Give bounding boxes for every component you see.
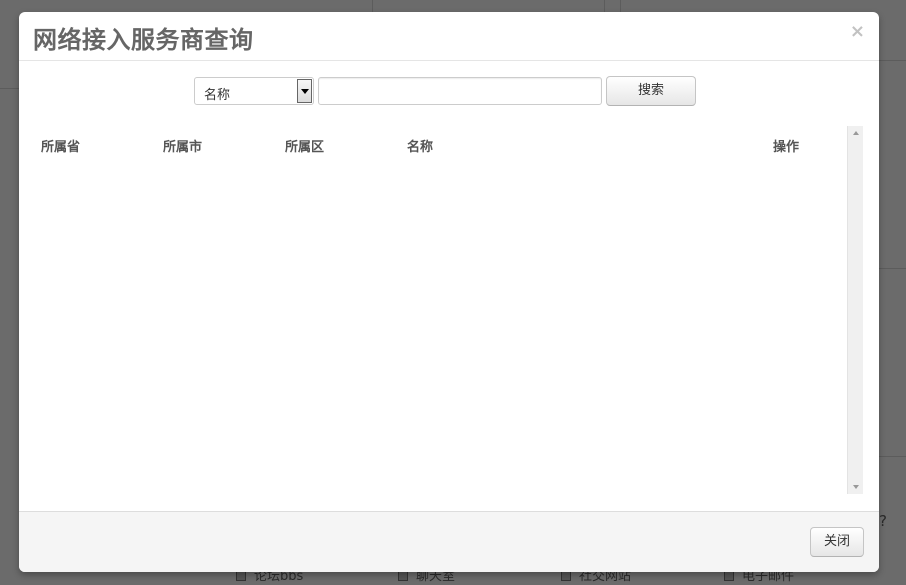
table-header: 所属省 所属市 所属区 名称 操作 [33, 126, 843, 162]
checkbox-icon [561, 572, 571, 581]
scroll-up-arrow-icon[interactable] [848, 126, 864, 140]
close-icon[interactable]: × [850, 22, 865, 42]
background-divider [372, 0, 373, 12]
column-header-city[interactable]: 所属市 [163, 136, 202, 155]
dialog-header: 网络接入服务商查询 × [19, 12, 879, 61]
column-header-district[interactable]: 所属区 [285, 136, 324, 155]
background-divider [879, 60, 906, 61]
chevron-down-icon[interactable] [297, 79, 312, 103]
table-scrollbar[interactable] [847, 126, 863, 494]
scroll-down-arrow-icon[interactable] [848, 480, 864, 494]
search-input[interactable] [318, 77, 602, 105]
background-divider [0, 88, 19, 89]
dialog-title: 网络接入服务商查询 [33, 26, 254, 54]
background-divider [879, 268, 906, 269]
provider-query-dialog: 网络接入服务商查询 × 名称 搜索 所属省 所属市 所属区 名称 操作 关闭 [19, 12, 879, 572]
checkbox-icon [236, 572, 246, 581]
column-header-name[interactable]: 名称 [407, 136, 433, 155]
checkbox-icon [724, 572, 734, 581]
background-question-mark: ? [879, 512, 887, 530]
background-checkbox-item: 电子邮件 [724, 572, 794, 585]
background-checkbox-item: 社交网站 [561, 572, 631, 585]
column-header-action[interactable]: 操作 [773, 136, 799, 155]
search-field-selected-value: 名称 [204, 88, 231, 103]
background-checkbox-row: 论坛bbs 聊天室 社交网站 电子邮件 [236, 572, 836, 585]
background-divider [879, 456, 906, 457]
dialog-footer: 关闭 [19, 511, 879, 572]
column-header-province[interactable]: 所属省 [41, 136, 80, 155]
background-checkbox-item: 论坛bbs [236, 572, 303, 585]
search-field-select[interactable]: 名称 [194, 77, 314, 105]
background-checkbox-item: 聊天室 [398, 572, 455, 585]
checkbox-icon [398, 572, 408, 581]
background-divider [620, 0, 621, 12]
results-table: 所属省 所属市 所属区 名称 操作 [33, 126, 863, 494]
search-button[interactable]: 搜索 [606, 76, 696, 106]
background-divider [604, 0, 605, 12]
close-button[interactable]: 关闭 [810, 527, 864, 557]
